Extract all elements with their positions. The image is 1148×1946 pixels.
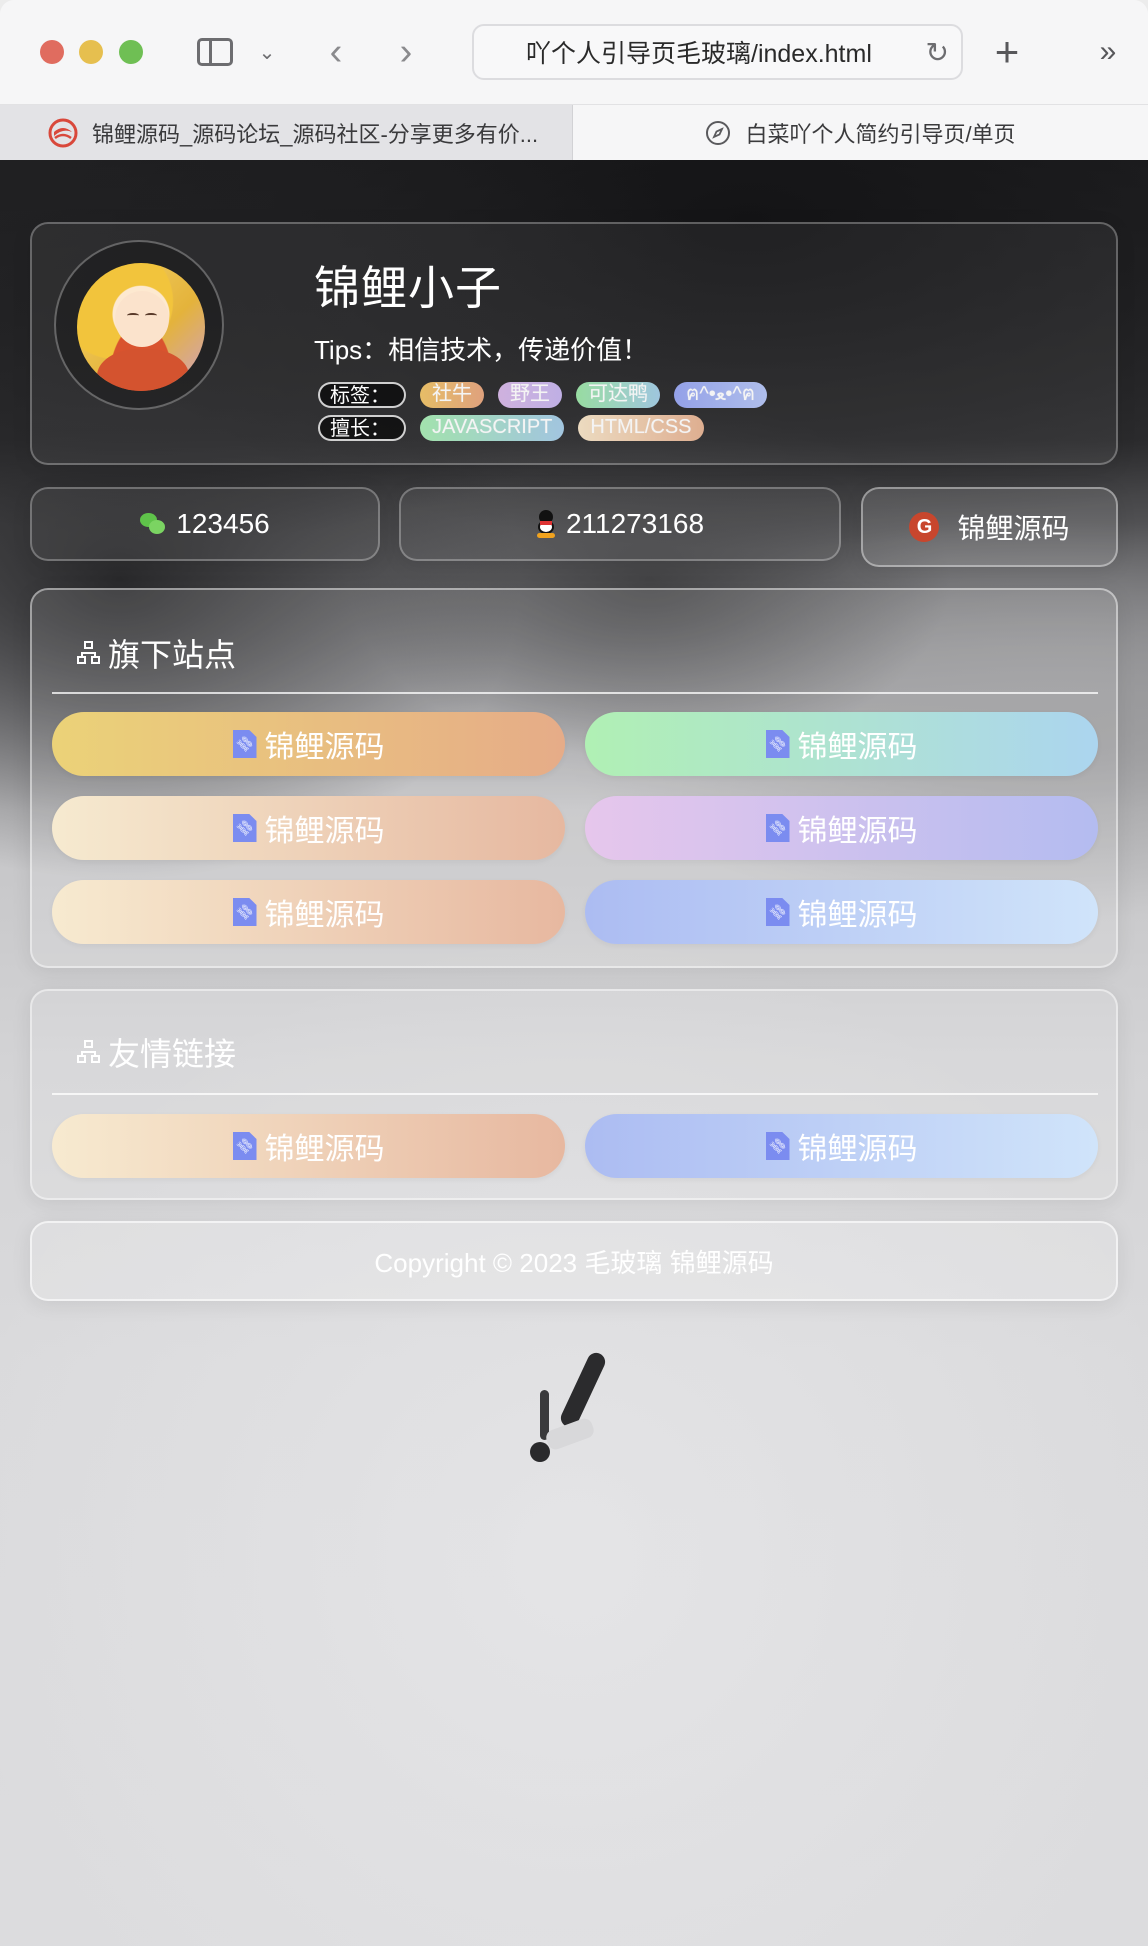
wechat-icon [140, 513, 166, 535]
site-link-button[interactable]: 锦鲤源码 [585, 796, 1098, 860]
double-chevron-right-icon: » [1099, 35, 1117, 68]
friends-heading: 友情链接 [76, 1029, 236, 1075]
link-file-icon [232, 1132, 257, 1160]
sites-link-grid: 锦鲤源码 锦鲤源码 锦鲤源码 锦鲤源码 锦鲤源码 锦鲤源码 [52, 712, 1098, 944]
more-tabs-button[interactable]: » [1086, 28, 1130, 76]
tag-badge: 可达鸭 [576, 382, 660, 408]
footer-card: Copyright © 2023 毛玻璃 锦鲤源码 [30, 1221, 1118, 1301]
chevron-right-icon: › [399, 30, 413, 73]
chevron-left-icon: ‹ [329, 30, 343, 73]
profile-tips: Tips：相信技术，传递价值！ [314, 335, 649, 365]
link-file-icon [232, 814, 257, 842]
skills-label: 擅长： [318, 415, 406, 441]
site-link-button[interactable]: 锦鲤源码 [52, 712, 565, 776]
friend-link-button[interactable]: 锦鲤源码 [585, 1114, 1098, 1178]
gitee-link-button[interactable]: G 锦鲤源码 [861, 487, 1118, 567]
skill-badge: JAVASCRIPT [420, 415, 565, 441]
wechat-contact-card[interactable]: 123456 [30, 487, 380, 561]
gitee-label: 锦鲤源码 [957, 513, 1070, 544]
reload-icon[interactable]: ↻ [926, 36, 949, 69]
section-divider [52, 692, 1098, 694]
friend-link-button[interactable]: 锦鲤源码 [52, 1114, 565, 1178]
friends-section: 友情链接 锦鲤源码 锦鲤源码 [30, 989, 1118, 1200]
tab-jinli-source[interactable]: 锦鲤源码_源码论坛_源码社区-分享更多有价... [0, 105, 573, 161]
sidebar-icon [197, 38, 233, 66]
qq-contact-card[interactable]: 211273168 [399, 487, 841, 561]
tab-group-chevron-button[interactable]: ⌄ [252, 28, 282, 76]
tab-title: 锦鲤源码_源码论坛_源码社区-分享更多有价... [92, 122, 539, 147]
close-window-button[interactable] [40, 40, 64, 64]
minimize-window-button[interactable] [79, 40, 103, 64]
sitemap-icon [76, 1039, 102, 1065]
page-viewport: 锦鲤小子 Tips：相信技术，传递价值！ 标签： 社牛 野王 可达鸭 ฅ^•ﻌ•… [0, 160, 1148, 1946]
avatar[interactable] [77, 263, 205, 391]
link-label: 锦鲤源码 [264, 1133, 385, 1166]
link-file-icon [232, 730, 257, 758]
wechat-id: 123456 [176, 508, 270, 539]
link-label: 锦鲤源码 [264, 731, 385, 764]
plus-icon: + [994, 28, 1020, 75]
falling-person-illustration [524, 1342, 634, 1472]
chevron-down-icon: ⌄ [258, 41, 276, 64]
tags-row: 标签： 社牛 野王 可达鸭 ฅ^•ﻌ•^ฅ [318, 382, 768, 408]
friends-title: 友情链接 [108, 1036, 237, 1072]
link-file-icon [232, 898, 257, 926]
site-link-button[interactable]: 锦鲤源码 [52, 796, 565, 860]
forward-button[interactable]: › [388, 28, 424, 76]
browser-toolbar: ⌄ ‹ › 吖个人引导页毛玻璃/index.html ↻ + » [0, 0, 1148, 104]
link-label: 锦鲤源码 [797, 731, 918, 764]
tag-badge: 野王 [498, 382, 562, 408]
tags-label: 标签： [318, 382, 406, 408]
site-link-button[interactable]: 锦鲤源码 [585, 712, 1098, 776]
tab-baicai-guide[interactable]: 白菜吖个人简约引导页/单页 [573, 105, 1148, 161]
link-label: 锦鲤源码 [797, 1133, 918, 1166]
sites-heading: 旗下站点 [76, 630, 236, 676]
back-button[interactable]: ‹ [318, 28, 354, 76]
link-file-icon [765, 730, 790, 758]
site-link-button[interactable]: 锦鲤源码 [52, 880, 565, 944]
link-label: 锦鲤源码 [797, 899, 918, 932]
site-link-button[interactable]: 锦鲤源码 [585, 880, 1098, 944]
tab-title: 白菜吖个人简约引导页/单页 [745, 122, 1016, 147]
profile-card: 锦鲤小子 Tips：相信技术，传递价值！ 标签： 社牛 野王 可达鸭 ฅ^•ﻌ•… [30, 222, 1118, 465]
tag-badge: ฅ^•ﻌ•^ฅ [674, 382, 768, 408]
section-divider [52, 1093, 1098, 1095]
link-file-icon [765, 814, 790, 842]
link-label: 锦鲤源码 [264, 815, 385, 848]
address-bar[interactable]: 吖个人引导页毛玻璃/index.html ↻ [472, 24, 963, 80]
new-tab-button[interactable]: + [985, 28, 1029, 76]
profile-name: 锦鲤小子 [314, 262, 502, 314]
qq-icon [536, 510, 556, 538]
link-file-icon [765, 1132, 790, 1160]
compass-icon [705, 120, 731, 146]
link-label: 锦鲤源码 [264, 899, 385, 932]
tab-bar: 锦鲤源码_源码论坛_源码社区-分享更多有价... 白菜吖个人简约引导页/单页 [0, 104, 1148, 161]
tag-badge: 社牛 [420, 382, 484, 408]
sites-section: 旗下站点 锦鲤源码 锦鲤源码 锦鲤源码 锦鲤源码 锦鲤源码 锦鲤源码 [30, 588, 1118, 968]
avatar-frame [54, 240, 224, 410]
zoom-window-button[interactable] [119, 40, 143, 64]
sites-title: 旗下站点 [108, 637, 237, 673]
qq-number: 211273168 [565, 508, 705, 539]
copyright-text: Copyright © 2023 毛玻璃 锦鲤源码 [374, 1247, 774, 1278]
skill-badge: HTML/CSS [578, 415, 704, 441]
sidebar-toggle-button[interactable] [192, 28, 238, 76]
url-text[interactable]: 吖个人引导页毛玻璃/index.html [526, 34, 872, 70]
link-file-icon [765, 898, 790, 926]
sitemap-icon [76, 640, 102, 666]
browser-chrome: ⌄ ‹ › 吖个人引导页毛玻璃/index.html ↻ + » 锦鲤源码_源码… [0, 0, 1148, 161]
skills-row: 擅长： JAVASCRIPT HTML/CSS [318, 415, 704, 441]
site-favicon-icon [48, 118, 78, 148]
gitee-icon: G [909, 512, 940, 542]
link-label: 锦鲤源码 [797, 815, 918, 848]
friends-link-grid: 锦鲤源码 锦鲤源码 [52, 1114, 1098, 1178]
